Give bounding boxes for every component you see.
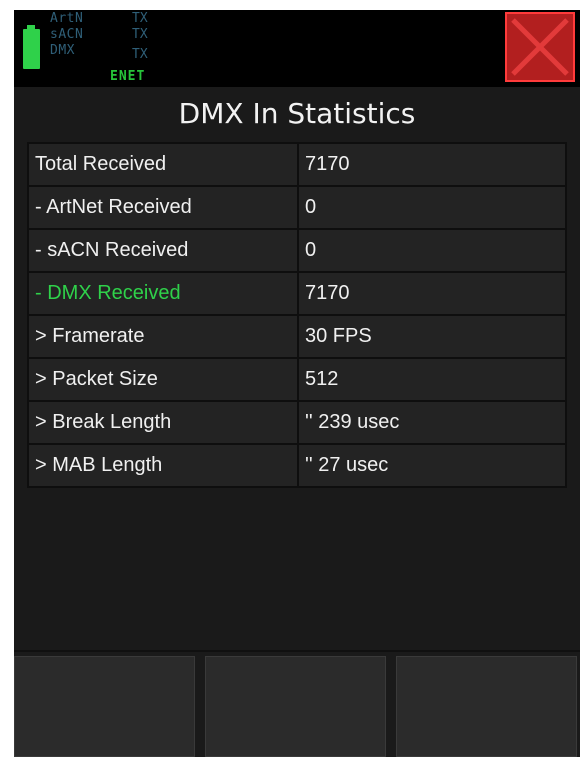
- stats-label: - ArtNet Received: [27, 185, 299, 230]
- status-protocol-state: TX: [132, 27, 148, 42]
- stats-label: > MAB Length: [27, 443, 299, 488]
- status-protocol-state: TX: [132, 11, 148, 26]
- status-row-sacn: sACN: [50, 28, 83, 41]
- stats-value: 7170: [297, 271, 567, 316]
- status-protocol-name: sACN: [50, 27, 84, 42]
- stats-value: '' 239 usec: [297, 400, 567, 445]
- stats-row: > MAB Length '' 27 usec: [27, 443, 567, 488]
- stats-value: 7170: [297, 142, 567, 187]
- status-protocol-state: TX: [132, 47, 148, 62]
- status-row-artnet: ArtN: [50, 12, 83, 25]
- network-indicator: ENET: [110, 69, 146, 84]
- stats-label: - sACN Received: [27, 228, 299, 273]
- stats-row: - ArtNet Received 0: [27, 185, 567, 230]
- status-bar: ArtN TX sACN TX DMX TX ENET: [14, 10, 580, 87]
- stats-row: > Framerate 30 FPS: [27, 314, 567, 359]
- stats-row: > Packet Size 512: [27, 357, 567, 402]
- softkey-divider: [14, 650, 580, 652]
- status-protocol-name: ArtN: [50, 11, 84, 26]
- close-icon: [511, 18, 569, 76]
- softkey-1[interactable]: [14, 656, 195, 757]
- stats-value: 30 FPS: [297, 314, 567, 359]
- stats-row: Total Received 7170: [27, 142, 567, 187]
- close-button[interactable]: [505, 12, 575, 82]
- stats-row: - sACN Received 0: [27, 228, 567, 273]
- stats-label: Total Received: [27, 142, 299, 187]
- stats-row: - DMX Received 7170: [27, 271, 567, 316]
- status-protocol-name: DMX: [50, 43, 75, 58]
- statistics-table: Total Received 7170- ArtNet Received 0- sA…: [27, 142, 567, 488]
- stats-label: - DMX Received: [27, 271, 299, 316]
- stats-value: 0: [297, 228, 567, 273]
- stats-row: > Break Length '' 239 usec: [27, 400, 567, 445]
- softkey-3[interactable]: [396, 656, 577, 757]
- stats-label: > Packet Size: [27, 357, 299, 402]
- stats-label: > Break Length: [27, 400, 299, 445]
- stats-value: 512: [297, 357, 567, 402]
- softkey-2[interactable]: [205, 656, 386, 757]
- stats-value: '' 27 usec: [297, 443, 567, 488]
- device-screen: ArtN TX sACN TX DMX TX ENET DMX In Stati…: [14, 10, 580, 757]
- battery-icon: [23, 29, 40, 69]
- stats-label: > Framerate: [27, 314, 299, 359]
- page-title: DMX In Statistics: [178, 97, 416, 130]
- status-row-dmx: DMX: [50, 44, 75, 57]
- stats-value: 0: [297, 185, 567, 230]
